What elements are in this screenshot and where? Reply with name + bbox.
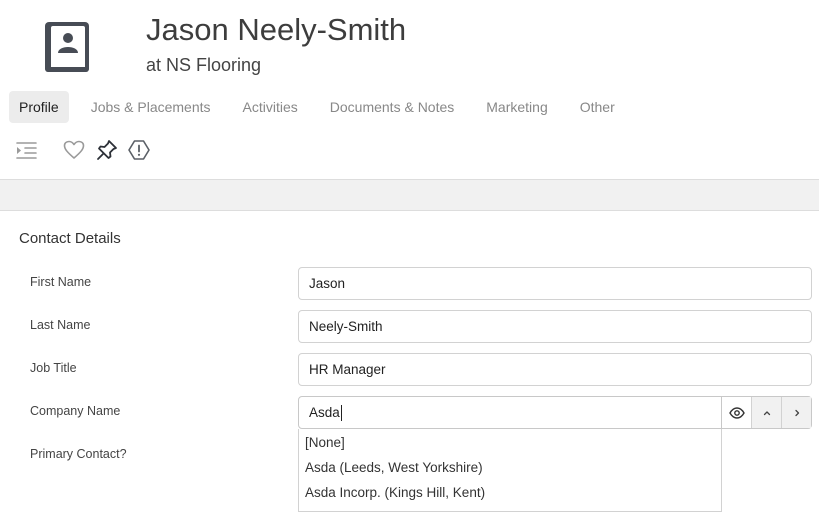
section-title: Contact Details — [19, 230, 121, 247]
tab-other[interactable]: Other — [570, 91, 625, 123]
dropdown-option-none[interactable]: [None] — [305, 435, 345, 450]
first-name-label: First Name — [30, 275, 92, 289]
alert-hexagon-icon[interactable] — [127, 138, 151, 162]
primary-contact-label: Primary Contact? — [30, 447, 127, 461]
next-company-button[interactable] — [781, 397, 811, 428]
company-suggestions-dropdown: [None] Asda (Leeds, West Yorkshire) Asda… — [298, 429, 722, 512]
company-name-field[interactable]: Asda — [298, 396, 722, 429]
tab-documents-notes[interactable]: Documents & Notes — [320, 91, 465, 123]
contact-book-icon — [45, 22, 89, 72]
record-tabs: Profile Jobs & Placements Activities Doc… — [9, 91, 637, 123]
previous-company-button[interactable] — [751, 397, 781, 428]
section-divider-band — [0, 179, 819, 211]
indent-list-icon[interactable] — [14, 138, 38, 162]
company-name-label: Company Name — [30, 404, 121, 418]
dropdown-option-asda-leeds[interactable]: Asda (Leeds, West Yorkshire) — [305, 460, 483, 475]
view-company-button[interactable] — [721, 397, 751, 428]
record-header: Jason Neely-Smith at NS Flooring — [0, 0, 819, 90]
chevron-right-icon — [794, 409, 799, 416]
tab-jobs-placements[interactable]: Jobs & Placements — [81, 91, 221, 123]
text-caret — [340, 405, 342, 422]
last-name-label: Last Name — [30, 318, 91, 332]
contact-name: Jason Neely-Smith — [146, 12, 407, 47]
pin-icon[interactable] — [95, 138, 119, 162]
tab-profile[interactable]: Profile — [9, 91, 69, 123]
last-name-field[interactable]: Neely-Smith — [298, 310, 812, 343]
tab-activities[interactable]: Activities — [233, 91, 308, 123]
chevron-up-icon — [763, 410, 770, 415]
company-actions — [721, 396, 812, 429]
job-title-field[interactable]: HR Manager — [298, 353, 812, 386]
eye-icon — [728, 406, 745, 419]
first-name-field[interactable]: Jason — [298, 267, 812, 300]
job-title-label: Job Title — [30, 361, 77, 375]
dropdown-option-asda-incorp[interactable]: Asda Incorp. (Kings Hill, Kent) — [305, 485, 485, 500]
contact-company-line: at NS Flooring — [146, 55, 262, 75]
heart-icon[interactable] — [62, 138, 86, 162]
company-name-value: Asda — [309, 405, 340, 420]
tab-marketing[interactable]: Marketing — [476, 91, 557, 123]
